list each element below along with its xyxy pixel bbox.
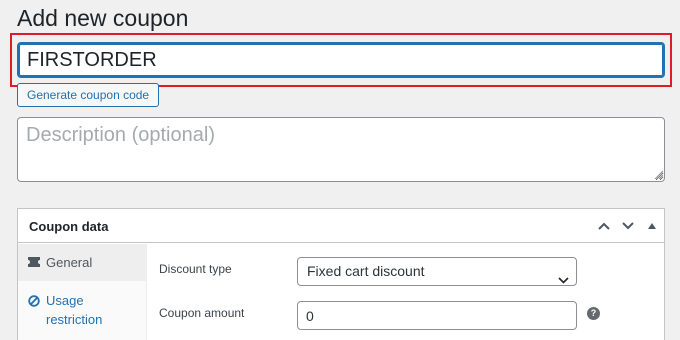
chevron-down-icon (558, 266, 569, 293)
coupon-data-panel: Coupon data General Usage restriction Di… (17, 208, 665, 340)
discount-type-value: Fixed cart discount (307, 263, 425, 279)
panel-title: Coupon data (29, 219, 109, 234)
tab-general[interactable]: General (18, 244, 146, 281)
coupon-amount-label: Coupon amount (159, 306, 245, 320)
tab-usage-restriction[interactable]: Usage restriction (18, 281, 146, 329)
coupon-data-tabs: General Usage restriction (18, 244, 147, 340)
chevron-up-icon[interactable] (595, 217, 613, 235)
chevron-down-icon[interactable] (619, 217, 637, 235)
generate-coupon-code-button[interactable]: Generate coupon code (17, 83, 160, 107)
tab-usage-restriction-label: Usage restriction (46, 293, 103, 327)
triangle-up-icon[interactable] (643, 217, 661, 235)
help-icon[interactable]: ? (587, 307, 600, 320)
coupon-code-input[interactable] (17, 42, 665, 78)
coupon-amount-input[interactable] (297, 301, 577, 330)
panel-header: Coupon data (18, 209, 664, 243)
description-textarea[interactable] (17, 117, 665, 182)
discount-type-label: Discount type (159, 262, 232, 276)
ticket-icon (28, 255, 40, 270)
prohibited-icon (28, 293, 40, 312)
discount-type-select[interactable]: Fixed cart discount (297, 257, 577, 286)
tab-general-label: General (46, 255, 93, 270)
page-title: Add new coupon (17, 5, 189, 31)
